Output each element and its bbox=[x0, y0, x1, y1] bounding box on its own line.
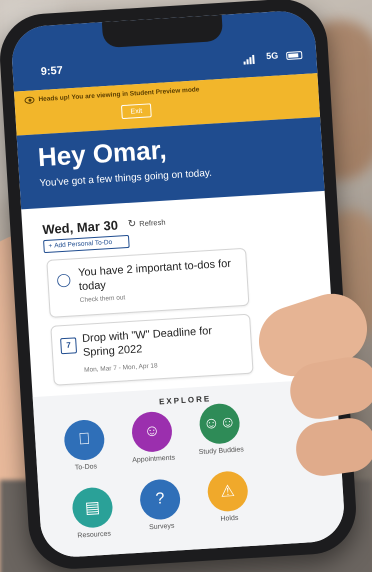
battery-icon bbox=[286, 50, 303, 60]
banner-text: Heads up! You are viewing in Student Pre… bbox=[38, 86, 200, 104]
refresh-icon: ↻ bbox=[127, 218, 137, 230]
card-title: Drop with "W" Deadline for Spring 2022 bbox=[81, 325, 213, 359]
refresh-button[interactable]: ↻ Refresh bbox=[128, 217, 166, 230]
refresh-label: Refresh bbox=[138, 217, 166, 229]
add-todo-button[interactable]: + Add Personal To-Do bbox=[43, 234, 130, 254]
add-todo-label: Add Personal To-Do bbox=[54, 238, 113, 250]
tile-label: Resources bbox=[77, 530, 112, 540]
book-icon: ▤ bbox=[71, 486, 114, 529]
eye-icon bbox=[24, 96, 35, 105]
chat-icon: ? bbox=[138, 478, 182, 521]
deadline-card[interactable]: 7 Drop with "W" Deadline for Spring 2022… bbox=[50, 313, 254, 386]
warning-icon: ⚠ bbox=[206, 470, 249, 513]
tile-label: To-Dos bbox=[74, 463, 98, 472]
person-icon: ☺ bbox=[130, 410, 174, 454]
calendar-icon: 7 bbox=[60, 337, 78, 355]
status-time: 9:57 bbox=[40, 64, 64, 78]
apple-icon:  bbox=[63, 418, 106, 462]
apple-icon: ◯ bbox=[56, 271, 72, 288]
network-label: 5G bbox=[265, 50, 279, 62]
tile-label: Holds bbox=[220, 514, 239, 523]
phone: 9:57 5G Heads up! You are viewing in Stu… bbox=[0, 0, 359, 572]
tile-study-buddies[interactable]: ☺☺ Study Buddies bbox=[183, 402, 256, 457]
card-title: You have 2 important to-dos for today bbox=[77, 257, 232, 293]
card-subtitle: Check them out bbox=[79, 294, 126, 305]
tile-surveys[interactable]: ? Surveys bbox=[124, 477, 197, 532]
tile-resources[interactable]: ▤ Resources bbox=[56, 486, 129, 541]
tile-holds[interactable]: ⚠ Holds bbox=[192, 469, 265, 524]
tile-todos[interactable]:  To-Dos bbox=[48, 418, 121, 473]
people-icon: ☺☺ bbox=[198, 402, 241, 445]
todo-card[interactable]: ◯ You have 2 important to-dos for today … bbox=[46, 247, 250, 318]
tile-label: Study Buddies bbox=[198, 446, 245, 457]
agenda-date: Wed, Mar 30 bbox=[41, 217, 119, 238]
signal-icon bbox=[243, 54, 255, 65]
plus-icon: + bbox=[48, 242, 53, 250]
tile-appointments[interactable]: ☺ Appointments bbox=[116, 410, 189, 465]
card-subtitle: Mon, Mar 7 - Mon, Apr 18 bbox=[83, 362, 158, 374]
greeting-title: Hey Omar, bbox=[37, 134, 168, 173]
tile-label: Appointments bbox=[132, 454, 176, 465]
phone-screen: 9:57 5G Heads up! You are viewing in Stu… bbox=[10, 9, 346, 559]
tile-label: Surveys bbox=[148, 522, 175, 532]
exit-button[interactable]: Exit bbox=[120, 103, 152, 120]
